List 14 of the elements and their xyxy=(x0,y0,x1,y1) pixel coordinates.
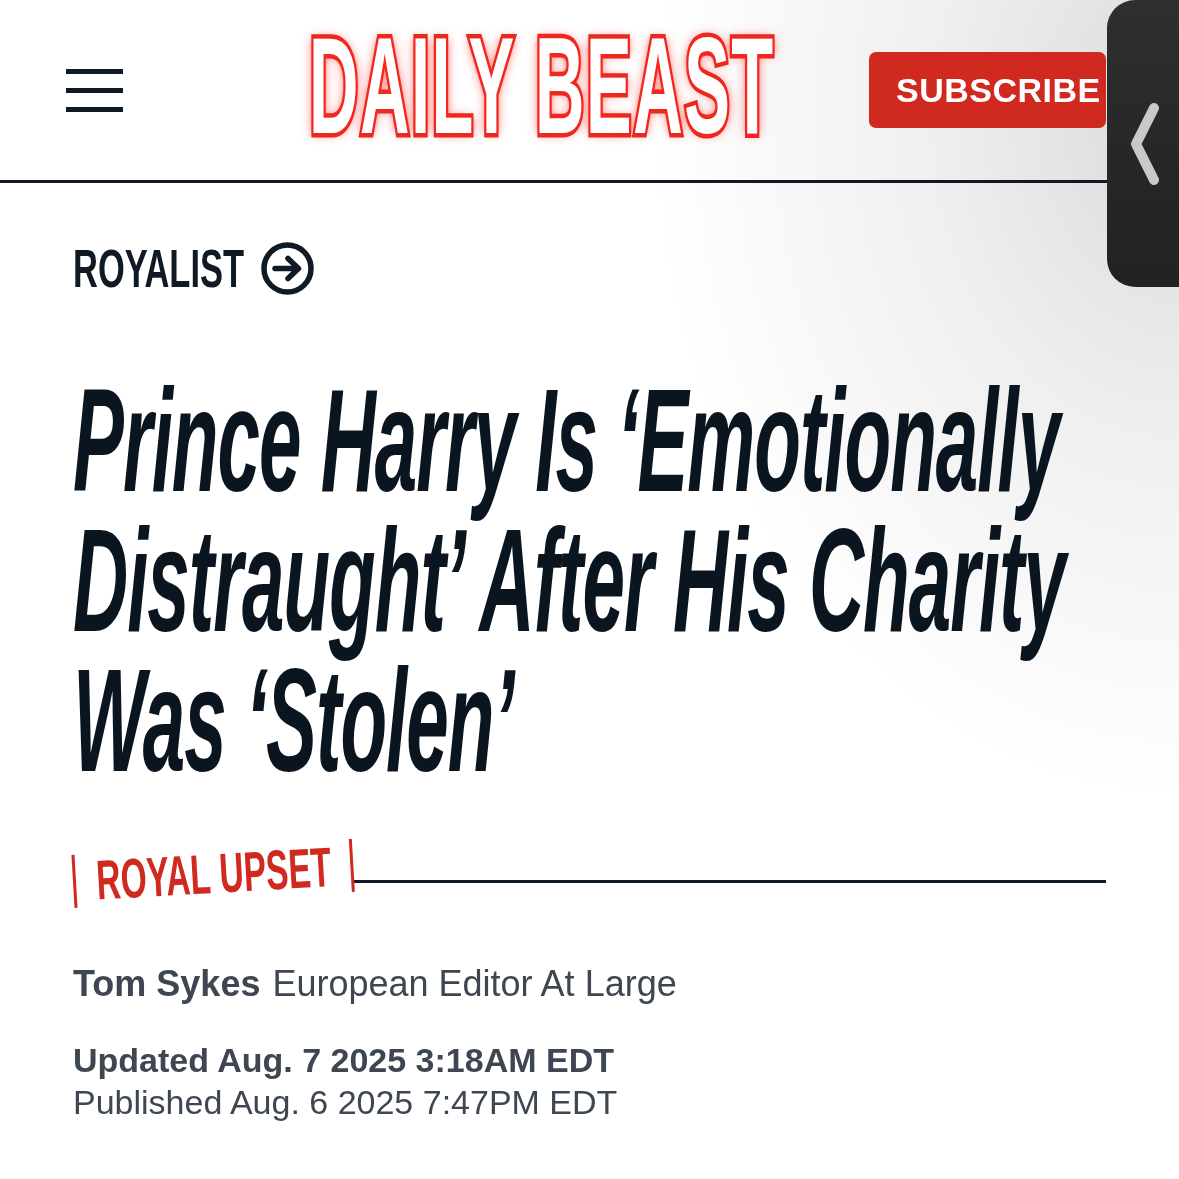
updated-date: Updated Aug. 7 2025 3:18AM EDT xyxy=(73,1040,615,1081)
author-title: European Editor At Large xyxy=(272,963,677,1004)
side-handle[interactable] xyxy=(1107,0,1179,287)
site-logo[interactable]: DAILY BEAST xyxy=(309,26,775,146)
story-kicker: ROYAL UPSET xyxy=(71,838,355,908)
article-headline: Prince Harry Is ‘Emotionally Distraught’ After His Charity Was ‘Stolen’ xyxy=(73,370,1113,790)
section-link[interactable]: ROYALIST xyxy=(73,242,244,295)
arrow-right-circle-icon[interactable] xyxy=(261,242,314,295)
published-date: Published Aug. 6 2025 7:47PM EDT xyxy=(73,1082,619,1123)
subscribe-button[interactable]: SUBSCRIBE xyxy=(869,52,1106,128)
chevron-left-icon xyxy=(1130,102,1160,185)
author-link[interactable]: Tom Sykes xyxy=(73,963,261,1004)
menu-icon xyxy=(66,68,123,112)
menu-button[interactable] xyxy=(66,68,123,112)
